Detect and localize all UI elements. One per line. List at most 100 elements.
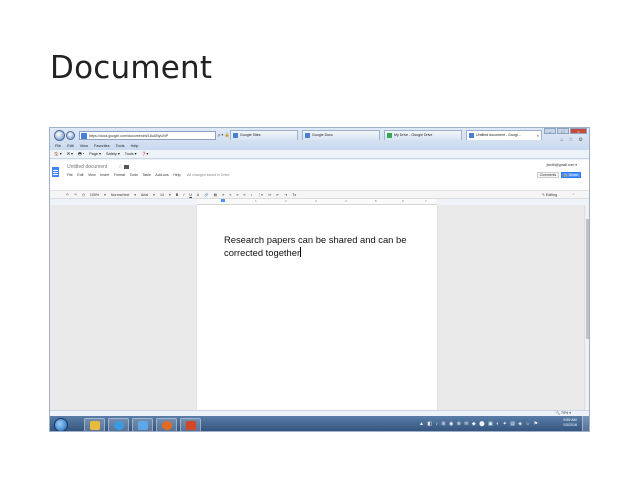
redo-icon[interactable]: ↷ [74, 193, 77, 197]
zoom-select[interactable]: 100% [90, 193, 99, 197]
docs-menu-bar: File Edit View Insert Format Tools Table… [67, 173, 233, 177]
menu-favorites[interactable]: Favorites [94, 144, 110, 148]
show-desktop-button[interactable] [582, 416, 589, 431]
docs-menu-file[interactable]: File [67, 173, 73, 177]
system-tray-icons[interactable]: ▲ ◧ ♪ ⊞ ◉ ⊗ ✉ ◆ ⬤ ▣ ◐ ✦ ▤ ◈ ☼ ⚑ [419, 421, 539, 427]
docs-menu-insert[interactable]: Insert [100, 173, 109, 177]
address-url: https://docs.google.com/document/d/18uDB… [89, 134, 169, 138]
docs-menu-tools[interactable]: Tools [130, 173, 138, 177]
taskbar-app-ie[interactable] [108, 418, 129, 431]
back-button[interactable] [54, 130, 65, 141]
link-icon[interactable]: 🔗 [204, 193, 208, 197]
align-center-icon[interactable]: ≡ [229, 193, 231, 197]
menu-file[interactable]: File [55, 144, 61, 148]
clear-formatting-icon[interactable]: Tx [292, 193, 296, 197]
collapse-toolbar-icon[interactable]: ⌃ [572, 191, 575, 199]
chevron-down-icon[interactable]: ▾ [153, 193, 155, 197]
google-docs-logo-icon[interactable] [52, 167, 59, 177]
font-select[interactable]: Arial [141, 193, 148, 197]
browser-screenshot: https://docs.google.com/document/d/18uDB… [49, 127, 590, 432]
tab-untitled-document[interactable]: Untitled document - Googl... × [466, 130, 542, 140]
home-icon[interactable]: 🏠 ▾ [54, 152, 62, 156]
star-icon[interactable]: ☆ [118, 164, 122, 170]
comments-button[interactable]: Comments [537, 172, 559, 178]
align-left-icon[interactable]: ≡ [222, 193, 224, 197]
system-clock[interactable]: 9:59 AM 1/3/2016 [563, 418, 577, 428]
numbered-list-icon[interactable]: ⋮≡ [257, 193, 263, 197]
document-page[interactable]: Research papers can be shared and can be… [197, 205, 437, 410]
tab-google-sites[interactable]: Google Sites [230, 130, 298, 140]
bulleted-list-icon[interactable]: ⁝≡ [268, 193, 271, 197]
taskbar-app-desktop[interactable] [132, 418, 153, 431]
start-button[interactable] [54, 418, 68, 431]
docs-menu-addons[interactable]: Add-ons [155, 173, 168, 177]
google-sites-icon [233, 133, 238, 138]
address-bar[interactable]: https://docs.google.com/document/d/18uDB… [79, 131, 216, 140]
ruler-number: 7 [425, 199, 427, 203]
chevron-down-icon[interactable]: ▾ [104, 193, 106, 197]
menu-tools[interactable]: Tools [116, 144, 125, 148]
menu-edit[interactable]: Edit [67, 144, 74, 148]
chevron-down-icon[interactable]: ▾ [134, 193, 136, 197]
docs-menu-format[interactable]: Format [114, 173, 125, 177]
close-window-button[interactable]: × [570, 128, 587, 134]
docs-toolbar: ↶ ↷ ⎙ 100% ▾ Normal text ▾ Arial ▾ 14 ▾ … [50, 190, 589, 199]
window-controls: – □ × [544, 128, 587, 134]
menu-help[interactable]: Help [131, 144, 139, 148]
docs-menu-help[interactable]: Help [173, 173, 180, 177]
tab-google-docs[interactable]: Google Docs [302, 130, 380, 140]
document-body[interactable]: Research papers can be shared and can be… [224, 234, 424, 259]
scrollbar-thumb[interactable] [586, 219, 589, 339]
site-favicon-icon [81, 133, 87, 139]
docs-menu-table[interactable]: Table [142, 173, 151, 177]
docs-header: Untitled document ☆ File Edit View Inser… [50, 160, 589, 190]
help-icon[interactable]: ❓▾ [142, 152, 149, 156]
document-workspace: Research papers can be shared and can be… [50, 205, 589, 410]
increase-indent-icon[interactable]: ⇥ [284, 193, 287, 197]
taskbar-app-explorer[interactable] [84, 418, 105, 431]
document-title[interactable]: Untitled document [67, 164, 107, 170]
forward-button[interactable] [66, 131, 75, 140]
editing-mode-button[interactable]: ✎ Editing [542, 191, 557, 199]
user-account[interactable]: jsmith@gmail.com ▾ [547, 163, 577, 167]
print-icon[interactable]: ⎙ [82, 193, 85, 197]
docs-menu-edit[interactable]: Edit [77, 173, 83, 177]
bold-button[interactable]: B [176, 193, 179, 197]
ruler-number: 5 [375, 199, 377, 203]
docs-menu-view[interactable]: View [88, 173, 96, 177]
tools-menu[interactable]: Tools ▾ [125, 152, 137, 156]
tab-my-drive[interactable]: My Drive - Google Drive [384, 130, 462, 140]
print-icon[interactable]: 🖶 ▾ [78, 152, 84, 156]
menu-view[interactable]: View [80, 144, 88, 148]
feeds-icon[interactable]: ✉ ▾ [67, 152, 73, 156]
ruler-number: 3 [315, 199, 317, 203]
text-color-button[interactable]: A [197, 193, 199, 197]
style-select[interactable]: Normal text [111, 193, 129, 197]
italic-button[interactable]: I [183, 193, 184, 197]
insert-image-icon[interactable]: ▤ [214, 193, 217, 197]
share-button[interactable]: 🔒 Share [561, 172, 581, 178]
line-spacing-icon[interactable]: ↕ [251, 193, 253, 197]
google-docs-icon [469, 133, 474, 138]
safety-menu[interactable]: Safety ▾ [106, 152, 120, 156]
windows-taskbar: ▲ ◧ ♪ ⊞ ◉ ⊗ ✉ ◆ ⬤ ▣ ◐ ✦ ▤ ◈ ☼ ⚑ 9:59 AM … [50, 416, 589, 431]
chevron-down-icon[interactable]: ▾ [169, 193, 171, 197]
vertical-scrollbar[interactable] [584, 205, 589, 410]
folder-icon[interactable] [124, 165, 129, 169]
maximize-button[interactable]: □ [557, 128, 569, 134]
undo-icon[interactable]: ↶ [66, 193, 69, 197]
indent-marker-icon[interactable] [221, 199, 225, 202]
minimize-button[interactable]: – [544, 128, 556, 134]
slide-title: Document [50, 50, 213, 86]
taskbar-app-powerpoint[interactable] [180, 418, 201, 431]
google-drive-icon [387, 133, 392, 138]
close-tab-icon[interactable]: × [537, 131, 539, 140]
font-size-select[interactable]: 14 [160, 193, 164, 197]
underline-button[interactable]: U [189, 193, 192, 197]
align-right-icon[interactable]: ≡ [236, 193, 238, 197]
page-menu[interactable]: Page ▾ [89, 152, 101, 156]
zoom-level[interactable]: 🔍 75% ▾ [556, 411, 571, 415]
decrease-indent-icon[interactable]: ⇤ [276, 193, 279, 197]
taskbar-app-firefox[interactable] [156, 418, 177, 431]
justify-icon[interactable]: ≡ [243, 193, 245, 197]
